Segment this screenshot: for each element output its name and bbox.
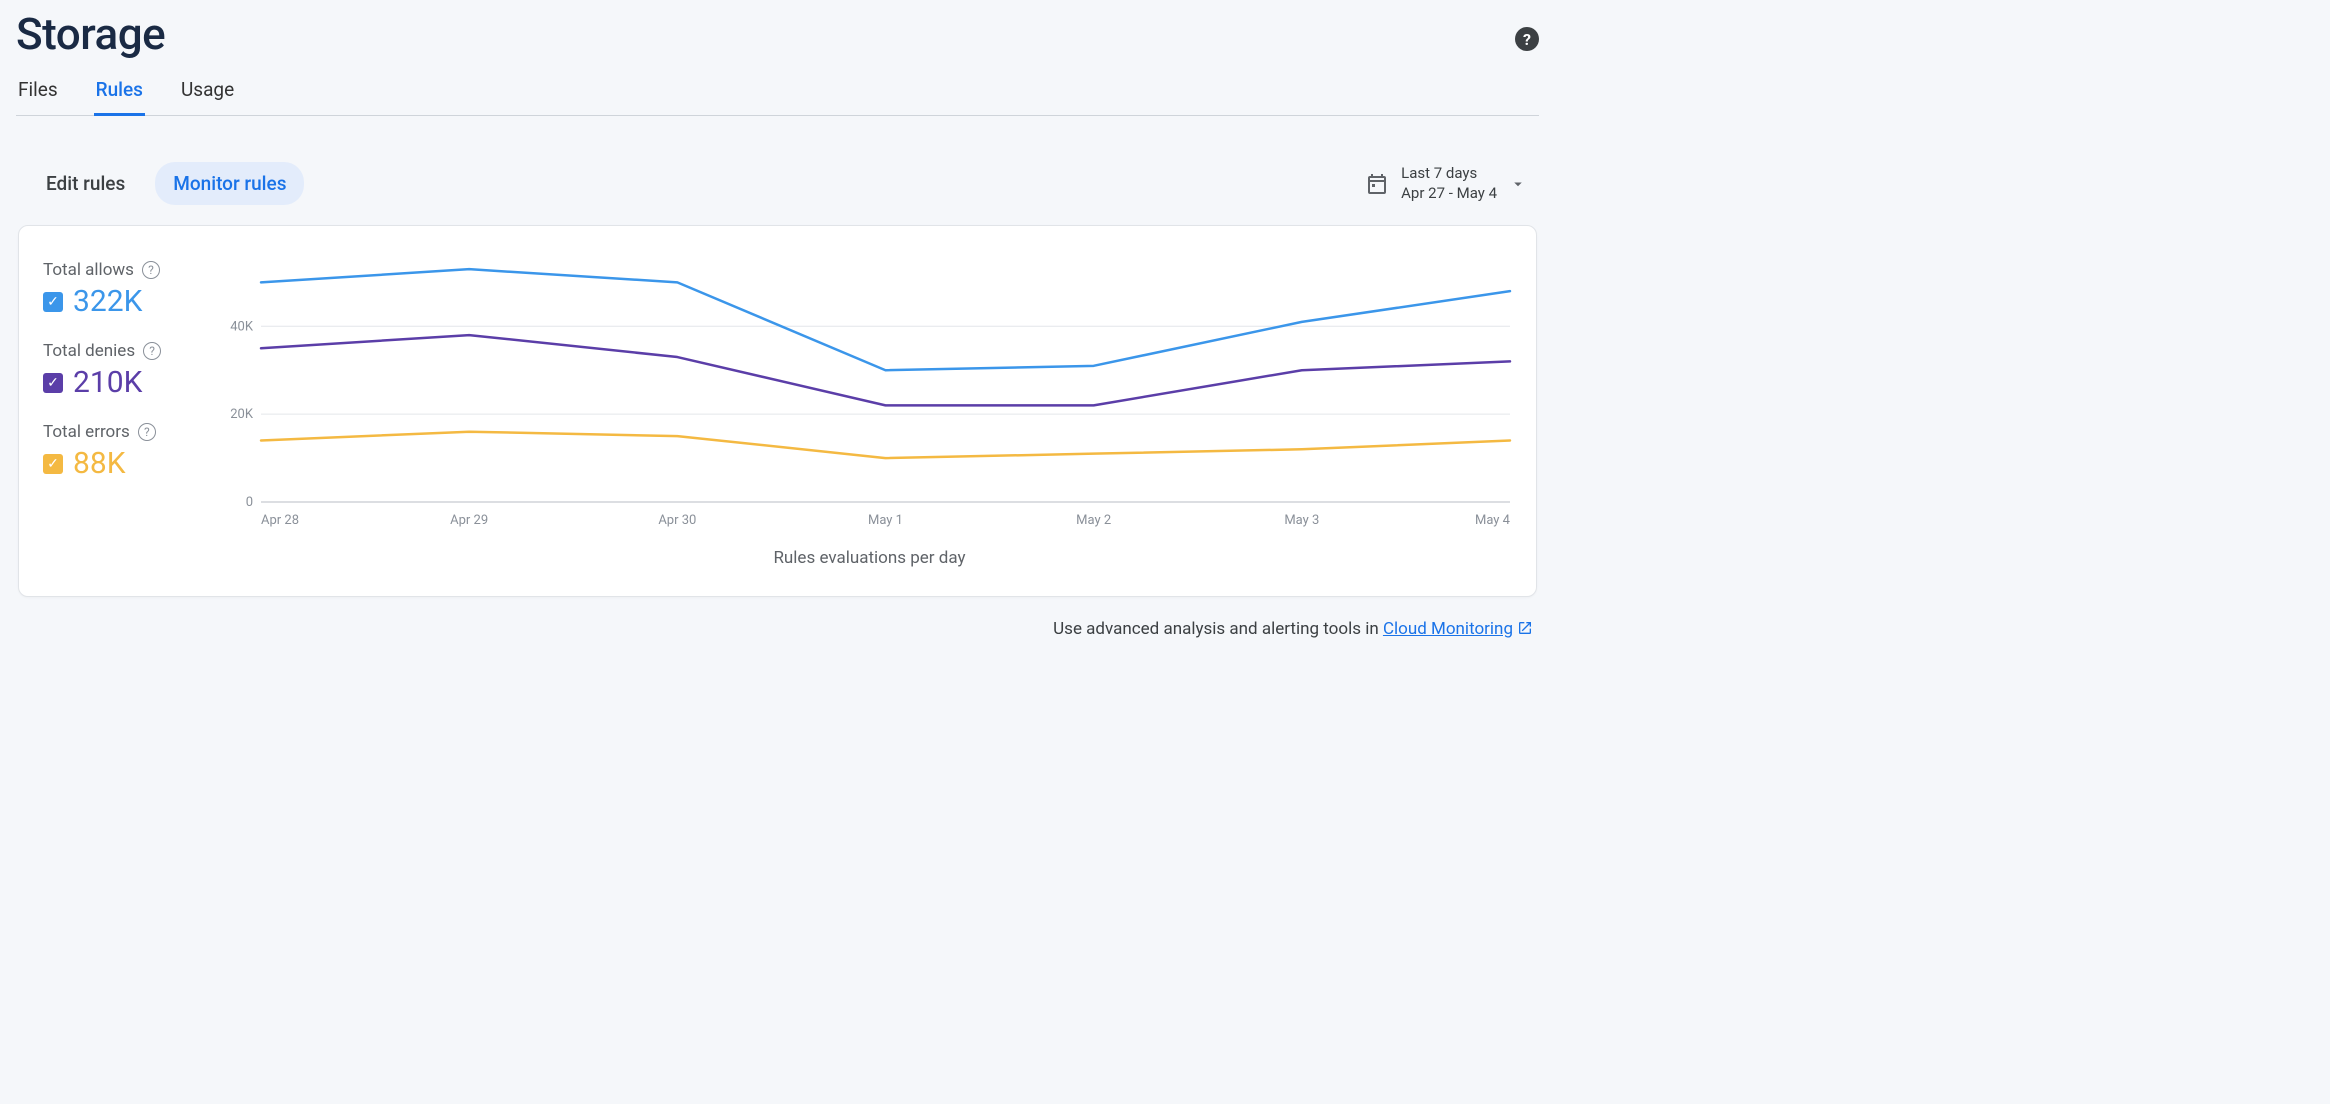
footer-note: Use advanced analysis and alerting tools… [16, 619, 1533, 639]
legend-item-denies: Total denies ? ✓ 210K [43, 341, 203, 400]
svg-text:20K: 20K [230, 407, 254, 422]
svg-text:Apr 29: Apr 29 [450, 513, 488, 528]
chart-card: Total allows ? ✓ 322K Total denies ? ✓ [18, 225, 1537, 597]
tab-usage[interactable]: Usage [179, 78, 236, 116]
rules-chart: 0 20K 40K Apr 28 Apr 29 Apr 30 May 1 May 2 May 3… [221, 250, 1518, 530]
legend-value-errors: 88K [73, 446, 126, 481]
legend-toggle-denies[interactable]: ✓ [43, 373, 63, 393]
legend-value-denies: 210K [73, 365, 142, 400]
legend-label-allows: Total allows [43, 260, 134, 280]
svg-text:May 3: May 3 [1284, 513, 1319, 528]
svg-text:0: 0 [246, 495, 253, 510]
svg-text:Apr 28: Apr 28 [261, 513, 299, 528]
page-title: Storage [16, 8, 165, 60]
date-range-label: Last 7 days [1401, 164, 1497, 184]
legend-label-errors: Total errors [43, 422, 130, 442]
sub-tab-edit-rules[interactable]: Edit rules [28, 162, 143, 205]
main-tabs: Files Rules Usage [16, 78, 1539, 116]
svg-text:May 1: May 1 [868, 513, 903, 528]
svg-text:May 4: May 4 [1475, 513, 1511, 528]
chart-legend: Total allows ? ✓ 322K Total denies ? ✓ [43, 250, 203, 568]
chart-x-label: Rules evaluations per day [221, 548, 1518, 568]
external-link-icon [1517, 620, 1533, 636]
legend-toggle-errors[interactable]: ✓ [43, 454, 63, 474]
legend-value-allows: 322K [73, 284, 142, 319]
svg-text:40K: 40K [230, 319, 254, 334]
date-range-value: Apr 27 - May 4 [1401, 184, 1497, 204]
sub-tabs: Edit rules Monitor rules [28, 162, 304, 205]
svg-text:Apr 30: Apr 30 [658, 513, 696, 528]
calendar-icon [1365, 172, 1389, 196]
footer-text: Use advanced analysis and alerting tools… [1053, 619, 1383, 639]
chevron-down-icon [1509, 175, 1527, 193]
cloud-monitoring-link[interactable]: Cloud Monitoring [1383, 619, 1513, 639]
legend-item-errors: Total errors ? ✓ 88K [43, 422, 203, 481]
help-icon[interactable]: ? [143, 342, 161, 360]
legend-label-denies: Total denies [43, 341, 135, 361]
date-range-picker[interactable]: Last 7 days Apr 27 - May 4 [1365, 164, 1527, 203]
tab-rules[interactable]: Rules [94, 78, 145, 116]
help-icon[interactable]: ? [1515, 27, 1539, 51]
help-icon[interactable]: ? [138, 423, 156, 441]
legend-item-allows: Total allows ? ✓ 322K [43, 260, 203, 319]
tab-files[interactable]: Files [16, 78, 60, 116]
help-icon[interactable]: ? [142, 261, 160, 279]
svg-text:May 2: May 2 [1076, 513, 1111, 528]
sub-tab-monitor-rules[interactable]: Monitor rules [155, 162, 304, 205]
legend-toggle-allows[interactable]: ✓ [43, 292, 63, 312]
